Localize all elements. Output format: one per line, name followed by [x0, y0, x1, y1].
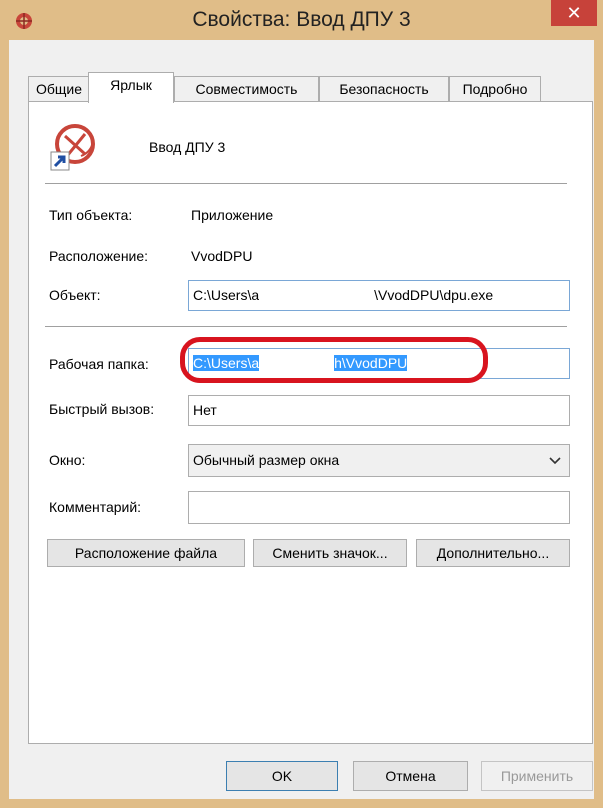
target-label: Объект: — [49, 287, 101, 303]
shortcut-name: Ввод ДПУ 3 — [149, 139, 226, 155]
type-label: Тип объекта: — [49, 207, 133, 223]
shortcut-app-icon — [50, 124, 95, 171]
cancel-button[interactable]: Отмена — [353, 761, 468, 791]
tab-shortcut[interactable]: Ярлык — [88, 72, 174, 103]
change-icon-button[interactable]: Сменить значок... — [253, 539, 407, 567]
comment-label: Комментарий: — [49, 499, 142, 515]
chevron-down-icon — [549, 457, 561, 465]
location-label: Расположение: — [49, 248, 149, 264]
advanced-button[interactable]: Дополнительно... — [416, 539, 570, 567]
redacted-area — [259, 286, 375, 307]
run-label: Окно: — [49, 452, 86, 468]
tab-details[interactable]: Подробно — [449, 76, 541, 102]
location-value: VvodDPU — [191, 248, 253, 264]
separator-top — [45, 183, 567, 184]
apply-button[interactable]: Применить — [481, 761, 593, 791]
tab-security[interactable]: Безопасность — [319, 76, 449, 102]
separator-middle — [45, 326, 567, 327]
close-icon: ✕ — [566, 3, 582, 23]
window-title: Свойства: Ввод ДПУ 3 — [192, 8, 411, 31]
type-value: Приложение — [191, 207, 274, 223]
target-field[interactable]: C:\Users\a \VvodDPU\dpu.exe — [188, 280, 570, 311]
hotkey-field[interactable]: Нет — [188, 395, 570, 426]
title-bar[interactable]: Свойства: Ввод ДПУ 3 ✕ — [0, 0, 603, 40]
tab-general[interactable]: Общие — [28, 76, 90, 102]
run-mode-select[interactable]: Обычный размер окна — [188, 444, 570, 477]
tab-compatibility[interactable]: Совместимость — [174, 76, 319, 102]
start-in-label: Рабочая папка: — [49, 356, 149, 372]
ok-button[interactable]: OK — [226, 761, 338, 791]
hotkey-label: Быстрый вызов: — [49, 401, 155, 417]
highlight-annotation — [180, 337, 488, 383]
properties-window: Свойства: Ввод ДПУ 3 ✕ Общие Ярлык Совме… — [0, 0, 603, 808]
open-file-location-button[interactable]: Расположение файла — [47, 539, 245, 567]
comment-field[interactable] — [188, 491, 570, 524]
close-button[interactable]: ✕ — [551, 0, 597, 26]
